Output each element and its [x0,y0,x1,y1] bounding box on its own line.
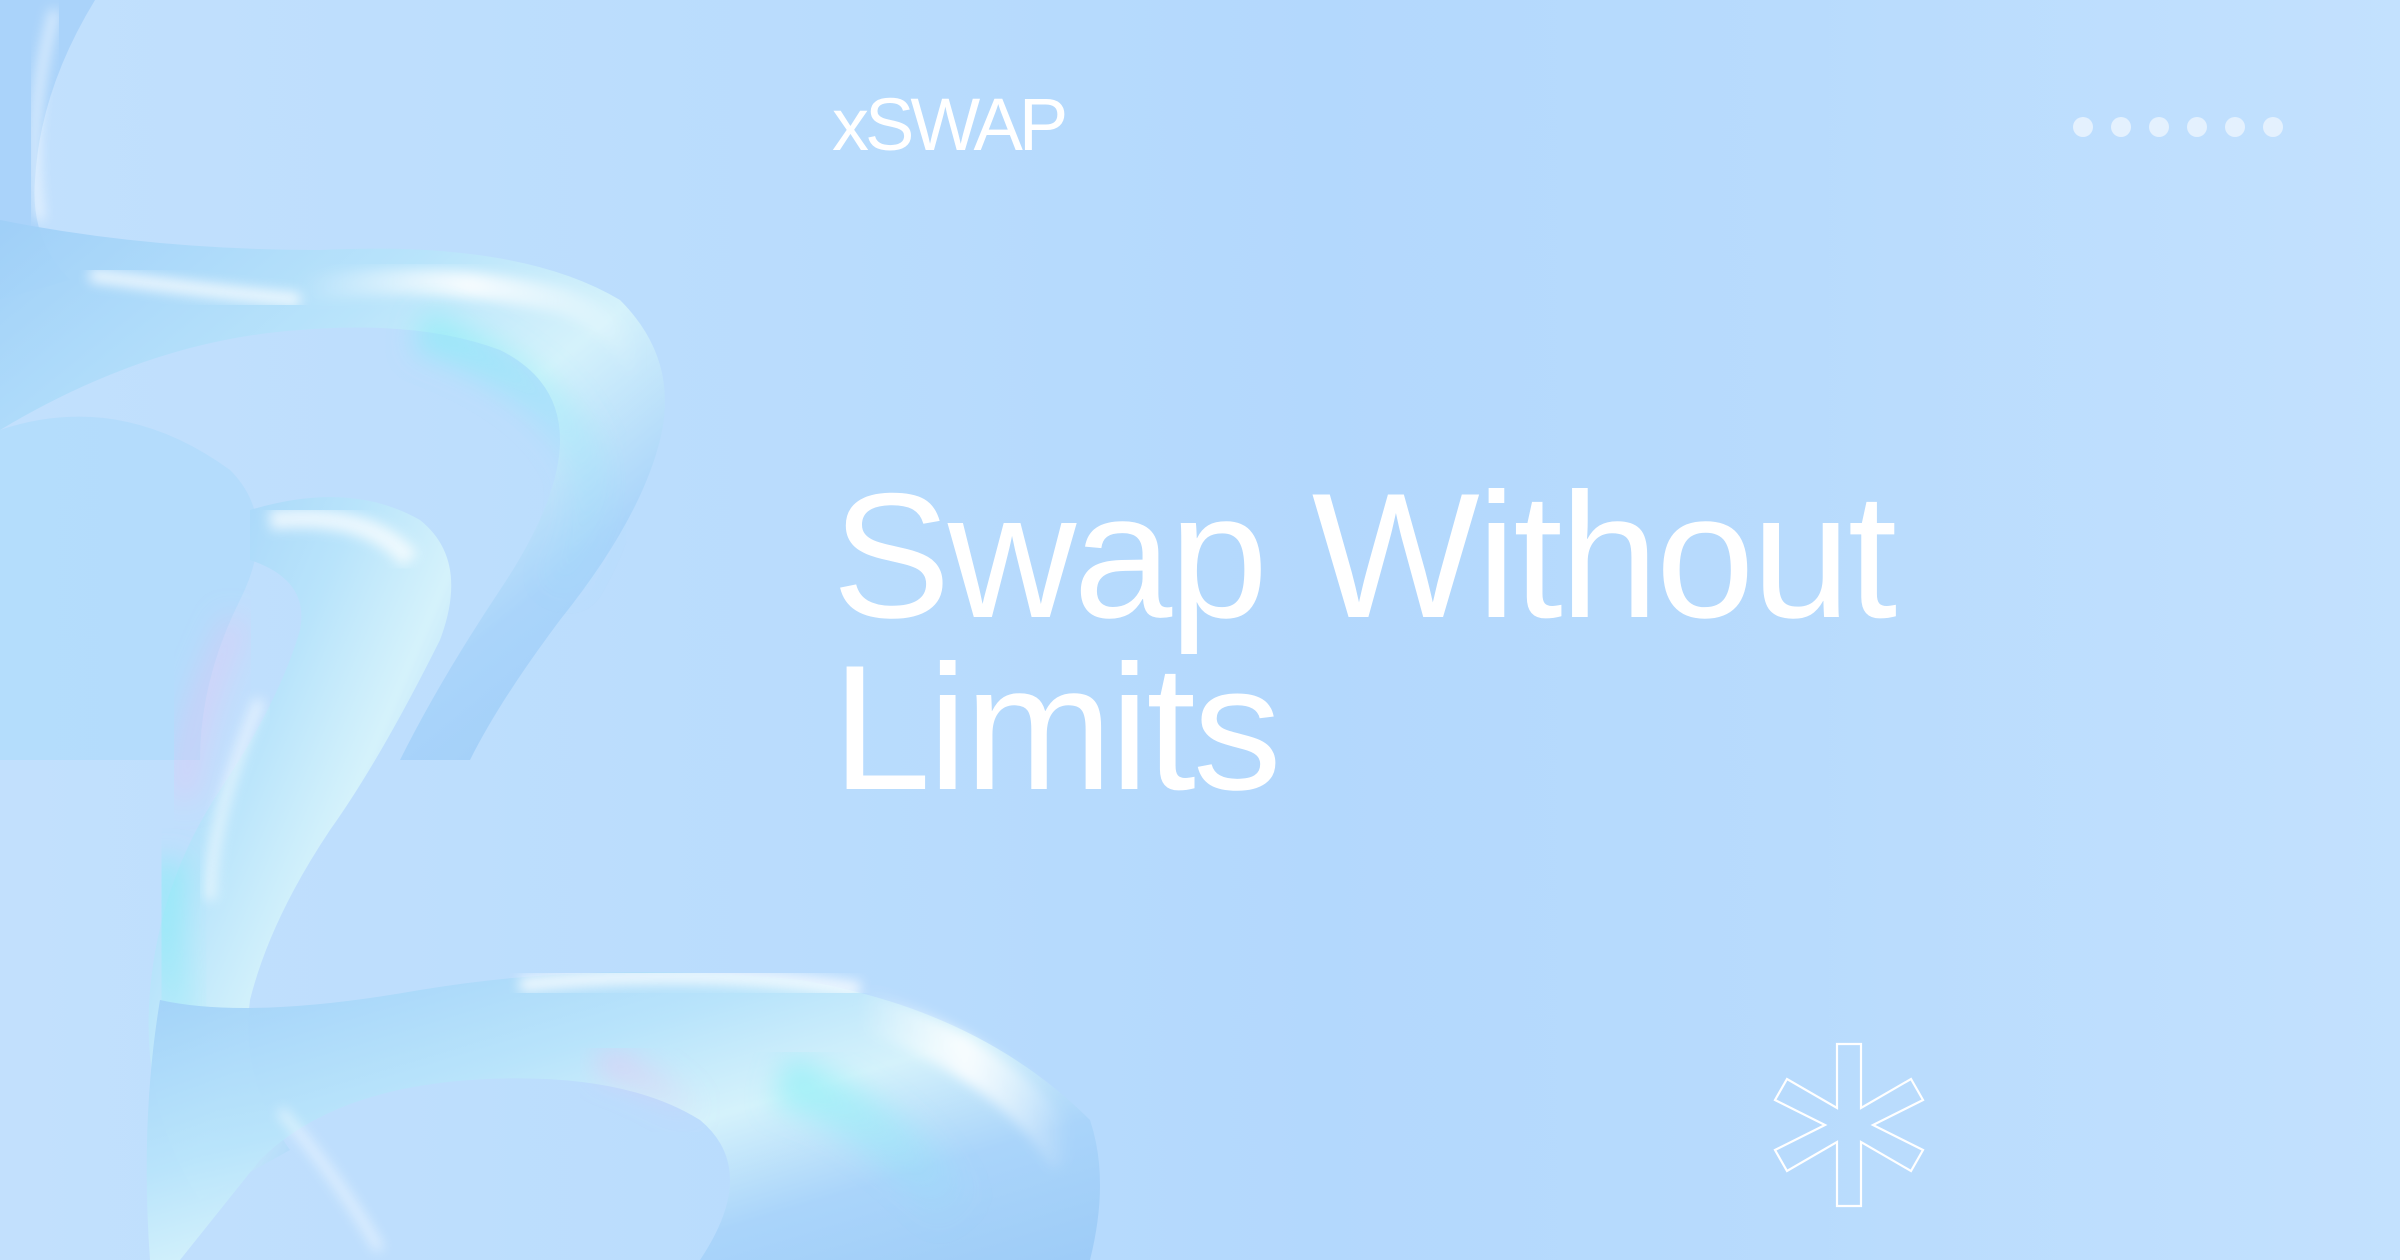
headline-line-2: Limits [832,628,1282,827]
asterisk-icon [1773,1042,1925,1208]
decorative-dots [2073,117,2283,137]
dot-2 [2111,117,2131,137]
brand-logo: xSWAP [832,83,1068,166]
dot-1 [2073,117,2093,137]
dot-5 [2225,117,2245,137]
hero-headline: Swap Without Limits [832,456,2132,827]
hero-banner: xSWAP Swap Without Limits [0,0,2400,1260]
dot-6 [2263,117,2283,137]
headline-line-1: Swap Without [832,456,1897,655]
dot-3 [2149,117,2169,137]
dot-4 [2187,117,2207,137]
